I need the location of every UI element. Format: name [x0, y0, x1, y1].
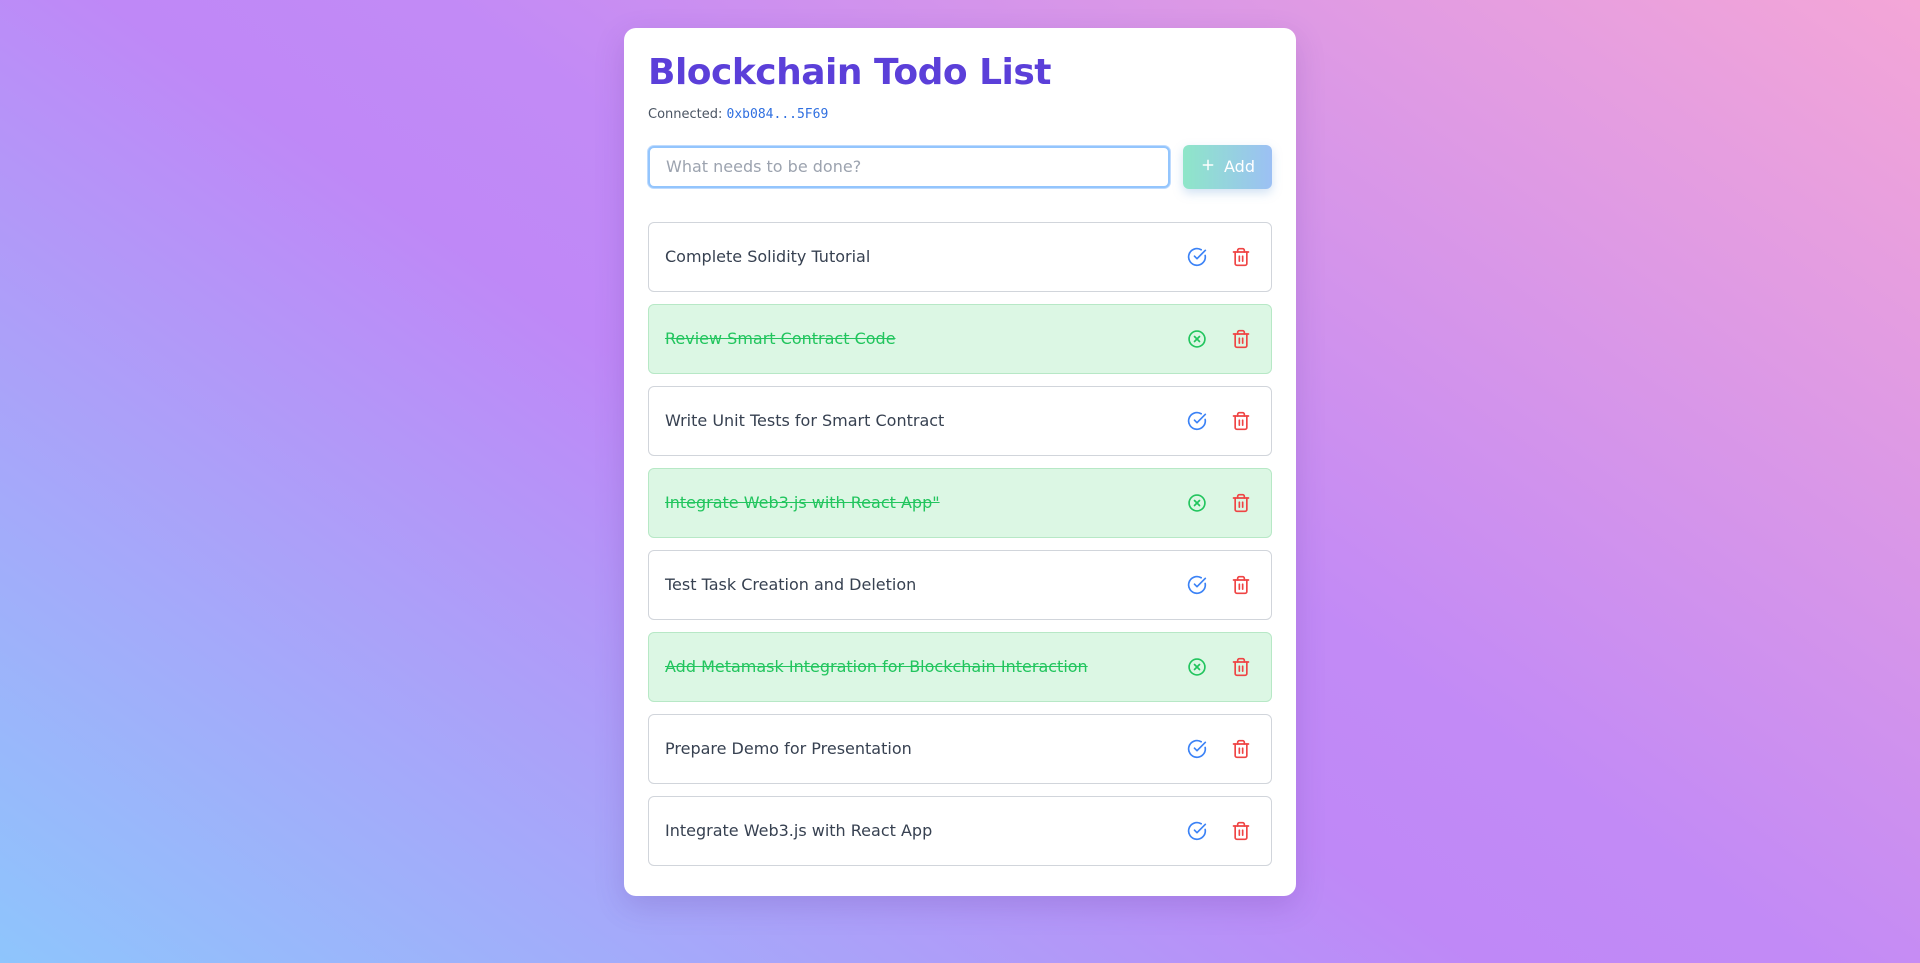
check-circle-icon — [1187, 821, 1207, 841]
todo-text: Write Unit Tests for Smart Contract — [665, 411, 945, 431]
mark-complete-button[interactable] — [1183, 735, 1211, 763]
todo-item: Write Unit Tests for Smart Contract — [648, 385, 1272, 456]
todo-text: Complete Solidity Tutorial — [665, 247, 871, 267]
todo-item: Add Metamask Integration for Blockchain … — [648, 631, 1272, 702]
mark-complete-button[interactable] — [1183, 243, 1211, 271]
add-button-label: Add — [1224, 157, 1255, 177]
todo-text: Integrate Web3.js with React App — [665, 821, 933, 841]
delete-task-button[interactable] — [1227, 735, 1255, 763]
todo-item: Complete Solidity Tutorial — [648, 221, 1272, 292]
mark-complete-button[interactable] — [1183, 817, 1211, 845]
todo-list: Complete Solidity Tutorial Review Smart C… — [648, 221, 1272, 866]
trash-icon — [1231, 411, 1251, 431]
delete-task-button[interactable] — [1227, 243, 1255, 271]
x-circle-icon — [1187, 329, 1207, 349]
trash-icon — [1231, 493, 1251, 513]
delete-task-button[interactable] — [1227, 817, 1255, 845]
check-circle-icon — [1187, 739, 1207, 759]
delete-task-button[interactable] — [1227, 325, 1255, 353]
mark-incomplete-button[interactable] — [1183, 653, 1211, 681]
trash-icon — [1231, 739, 1251, 759]
trash-icon — [1231, 575, 1251, 595]
todo-text: Review Smart Contract Code — [665, 329, 896, 349]
todo-item: Integrate Web3.js with React App — [648, 795, 1272, 866]
x-circle-icon — [1187, 493, 1207, 513]
todo-item: Review Smart Contract Code — [648, 303, 1272, 374]
todo-text: Integrate Web3.js with React App" — [665, 493, 940, 513]
todo-text: Add Metamask Integration for Blockchain … — [665, 657, 1088, 677]
check-circle-icon — [1187, 247, 1207, 267]
todo-item: Test Task Creation and Deletion — [648, 549, 1272, 620]
mark-complete-button[interactable] — [1183, 407, 1211, 435]
todo-item: Prepare Demo for Presentation — [648, 713, 1272, 784]
mark-incomplete-button[interactable] — [1183, 489, 1211, 517]
x-circle-icon — [1187, 657, 1207, 677]
new-task-input[interactable] — [648, 145, 1170, 188]
add-task-button[interactable]: Add — [1183, 144, 1272, 189]
todo-item: Integrate Web3.js with React App" — [648, 467, 1272, 538]
page-title: Blockchain Todo List — [648, 52, 1052, 93]
todo-text: Prepare Demo for Presentation — [665, 739, 912, 759]
connected-label: Connected: — [648, 106, 723, 122]
delete-task-button[interactable] — [1227, 407, 1255, 435]
plus-icon — [1200, 157, 1216, 177]
delete-task-button[interactable] — [1227, 571, 1255, 599]
connection-status: Connected: 0xb084...5F69 — [648, 107, 1272, 122]
trash-icon — [1231, 329, 1251, 349]
trash-icon — [1231, 657, 1251, 677]
delete-task-button[interactable] — [1227, 653, 1255, 681]
check-circle-icon — [1187, 411, 1207, 431]
todo-card: Blockchain Todo List Connected: 0xb084..… — [624, 28, 1296, 896]
delete-task-button[interactable] — [1227, 489, 1255, 517]
mark-complete-button[interactable] — [1183, 571, 1211, 599]
trash-icon — [1231, 821, 1251, 841]
mark-incomplete-button[interactable] — [1183, 325, 1211, 353]
trash-icon — [1231, 247, 1251, 267]
add-task-form: Add — [648, 144, 1272, 189]
wallet-address: 0xb084...5F69 — [726, 106, 829, 122]
check-circle-icon — [1187, 575, 1207, 595]
todo-text: Test Task Creation and Deletion — [665, 575, 917, 595]
